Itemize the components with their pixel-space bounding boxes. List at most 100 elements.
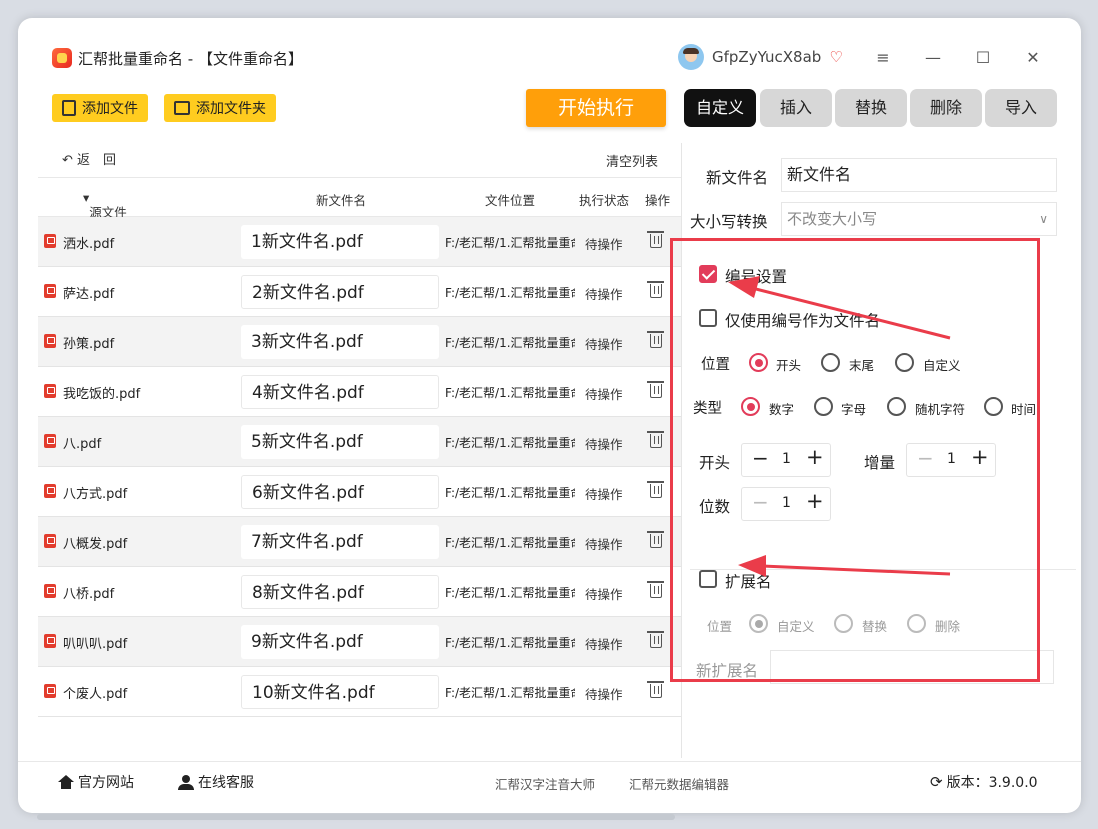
status-cell: 待操作 <box>585 687 623 702</box>
source-name: 萨达.pdf <box>63 287 115 302</box>
new-name-cell[interactable]: 7新文件名.pdf <box>241 525 439 559</box>
tab-insert[interactable]: 插入 <box>760 89 832 127</box>
pdf-icon <box>44 234 56 248</box>
maximize-icon[interactable]: ☐ <box>971 46 995 70</box>
location-cell: F:/老汇帮/1.汇帮批量重命名 <box>445 686 575 700</box>
location-cell: F:/老汇帮/1.汇帮批量重命名 <box>445 436 575 450</box>
pdf-icon <box>44 684 56 698</box>
version-info[interactable]: ⟳ 版本：3.9.0.0 <box>930 772 1038 792</box>
minimize-icon[interactable]: — <box>921 46 945 70</box>
trash-icon[interactable] <box>647 231 664 248</box>
status-cell: 待操作 <box>585 437 623 452</box>
avatar[interactable] <box>678 44 704 70</box>
user-info[interactable]: GfpZyYucX8ab ♡ <box>678 44 843 70</box>
table-row[interactable]: 叭叭叭.pdf 9新文件名.pdf F:/老汇帮/1.汇帮批量重命名待操作 <box>38 617 681 667</box>
trash-icon[interactable] <box>647 381 664 398</box>
table-row[interactable]: 八.pdf 5新文件名.pdf F:/老汇帮/1.汇帮批量重命名待操作 <box>38 417 681 467</box>
new-name-cell[interactable]: 8新文件名.pdf <box>241 575 439 609</box>
source-name: 叭叭叭.pdf <box>63 637 128 652</box>
new-name-cell[interactable]: 2新文件名.pdf <box>241 275 439 309</box>
source-name: 八桥.pdf <box>63 587 115 602</box>
app-logo-icon <box>52 48 72 68</box>
menu-icon[interactable]: ≡ <box>871 46 895 70</box>
new-name-cell[interactable]: 10新文件名.pdf <box>241 675 439 709</box>
horizontal-scrollbar[interactable] <box>37 814 675 820</box>
source-name: 八方式.pdf <box>63 487 128 502</box>
status-cell: 待操作 <box>585 587 623 602</box>
case-select-value: 不改变大小写 <box>787 210 878 228</box>
folder-add-icon <box>174 101 190 115</box>
new-name-cell[interactable]: 6新文件名.pdf <box>241 475 439 509</box>
pdf-icon <box>44 534 56 548</box>
footer: 官方网站 在线客服 汇帮汉字注音大师 汇帮元数据编辑器 ⟳ 版本：3.9.0.0 <box>18 761 1081 801</box>
refresh-icon: ⟳ <box>930 773 943 791</box>
pdf-icon <box>44 484 56 498</box>
trash-icon[interactable] <box>647 531 664 548</box>
source-name: 洒水.pdf <box>63 237 115 252</box>
new-name-cell[interactable]: 1新文件名.pdf <box>241 225 439 259</box>
new-name-label: 新文件名 <box>706 169 769 187</box>
back-label: 返 回 <box>77 153 117 168</box>
header-status: 执行状态 <box>579 193 630 208</box>
header-action: 操作 <box>645 193 671 208</box>
header-source[interactable]: ▾ 源文件名（10） <box>83 190 130 258</box>
support-link[interactable]: 在线客服 <box>178 772 254 792</box>
table-row[interactable]: 八概发.pdf 7新文件名.pdf F:/老汇帮/1.汇帮批量重命名待操作 <box>38 517 681 567</box>
pdf-icon <box>44 434 56 448</box>
back-button[interactable]: ↶ 返 回 <box>62 149 116 168</box>
table-row[interactable]: 八方式.pdf 6新文件名.pdf F:/老汇帮/1.汇帮批量重命名待操作 <box>38 467 681 517</box>
table-row[interactable]: 个废人.pdf 10新文件名.pdf F:/老汇帮/1.汇帮批量重命名待操作 <box>38 667 681 717</box>
start-button[interactable]: 开始执行 <box>526 89 666 127</box>
status-cell: 待操作 <box>585 237 623 252</box>
table-row[interactable]: 洒水.pdf 1新文件名.pdf F:/老汇帮/1.汇帮批量重命名待操作 <box>38 217 681 267</box>
case-select[interactable]: 不改变大小写 ∨ <box>781 202 1057 236</box>
new-name-cell[interactable]: 5新文件名.pdf <box>241 425 439 459</box>
title-bar: 汇帮批量重命名 - 【文件重命名】 GfpZyYucX8ab ♡ ≡ — ☐ ✕ <box>18 18 1081 80</box>
tab-delete[interactable]: 删除 <box>910 89 982 127</box>
location-cell: F:/老汇帮/1.汇帮批量重命名 <box>445 486 575 500</box>
header-location: 文件位置 <box>485 193 536 208</box>
add-folder-button[interactable]: 添加文件夹 <box>164 94 276 122</box>
pdf-icon <box>44 584 56 598</box>
location-cell: F:/老汇帮/1.汇帮批量重命名 <box>445 636 575 650</box>
pdf-icon <box>44 384 56 398</box>
trash-icon[interactable] <box>647 281 664 298</box>
tab-import[interactable]: 导入 <box>985 89 1057 127</box>
website-link[interactable]: 官方网站 <box>58 772 134 792</box>
table-row[interactable]: 我吃饭的.pdf 4新文件名.pdf F:/老汇帮/1.汇帮批量重命名待操作 <box>38 367 681 417</box>
table-row[interactable]: 八桥.pdf 8新文件名.pdf F:/老汇帮/1.汇帮批量重命名待操作 <box>38 567 681 617</box>
add-file-button[interactable]: 添加文件 <box>52 94 148 122</box>
source-name: 个废人.pdf <box>63 687 128 702</box>
tab-custom[interactable]: 自定义 <box>684 89 756 127</box>
clear-list-button[interactable]: 清空列表 <box>606 151 658 170</box>
status-cell: 待操作 <box>585 337 623 352</box>
website-label: 官方网站 <box>78 775 134 791</box>
new-name-input[interactable]: 新文件名 <box>781 158 1057 192</box>
table-row[interactable]: 孙策.pdf 3新文件名.pdf F:/老汇帮/1.汇帮批量重命名待操作 <box>38 317 681 367</box>
table-row[interactable]: 萨达.pdf 2新文件名.pdf F:/老汇帮/1.汇帮批量重命名待操作 <box>38 267 681 317</box>
new-name-cell[interactable]: 9新文件名.pdf <box>241 625 439 659</box>
trash-icon[interactable] <box>647 681 664 698</box>
username[interactable]: GfpZyYucX8ab <box>712 48 821 66</box>
support-label: 在线客服 <box>198 775 254 791</box>
trash-icon[interactable] <box>647 431 664 448</box>
footer-link-pinyin[interactable]: 汇帮汉字注音大师 <box>495 774 595 793</box>
vip-heart-icon: ♡ <box>829 48 843 66</box>
location-cell: F:/老汇帮/1.汇帮批量重命名 <box>445 386 575 400</box>
trash-icon[interactable] <box>647 581 664 598</box>
close-icon[interactable]: ✕ <box>1021 46 1045 70</box>
location-cell: F:/老汇帮/1.汇帮批量重命名 <box>445 536 575 550</box>
home-icon <box>58 775 74 789</box>
table-body: 洒水.pdf1新文件名.pdfF:/老汇帮/1.汇帮批量重命名待操作萨达.pdf… <box>38 217 681 717</box>
chevron-down-icon: ∨ <box>1039 212 1048 226</box>
tab-replace[interactable]: 替换 <box>835 89 907 127</box>
trash-icon[interactable] <box>647 631 664 648</box>
file-table: ▾ 源文件名（10） 新文件名 文件位置 执行状态 操作 洒水.pdf 1新文件名… <box>38 177 681 717</box>
trash-icon[interactable] <box>647 331 664 348</box>
version-label: 版本：3.9.0.0 <box>946 775 1038 791</box>
footer-link-metadata[interactable]: 汇帮元数据编辑器 <box>629 774 729 793</box>
location-cell: F:/老汇帮/1.汇帮批量重命名 <box>445 586 575 600</box>
new-name-cell[interactable]: 4新文件名.pdf <box>241 375 439 409</box>
trash-icon[interactable] <box>647 481 664 498</box>
new-name-cell[interactable]: 3新文件名.pdf <box>241 325 439 359</box>
